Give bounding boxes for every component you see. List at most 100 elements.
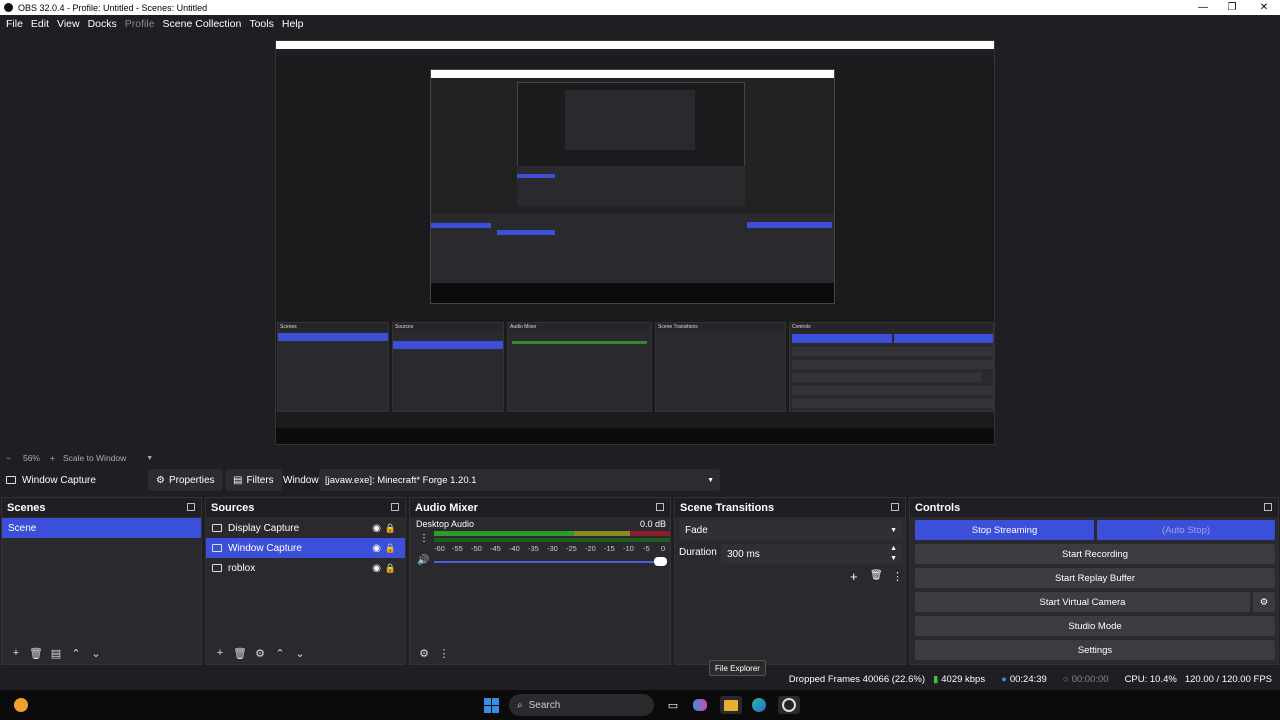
file-explorer-icon[interactable] xyxy=(720,696,742,714)
taskbar: ⌕ Search ▭ xyxy=(0,690,1280,720)
volume-slider-handle[interactable] xyxy=(654,557,667,566)
eye-icon[interactable]: ◉ xyxy=(372,563,381,574)
window-title: OBS 32.0.4 - Profile: Untitled - Scenes:… xyxy=(18,2,208,13)
menu-view[interactable]: View xyxy=(53,18,84,30)
gear-icon[interactable]: ⚙ xyxy=(414,647,434,660)
properties-label: Properties xyxy=(168,474,215,486)
float-dock-icon[interactable] xyxy=(1264,503,1272,511)
menu-scene-collection[interactable]: Scene Collection xyxy=(159,18,246,30)
auto-stop-button[interactable]: (Auto Stop) xyxy=(1097,520,1275,540)
move-down-icon[interactable]: ⌄ xyxy=(290,647,310,660)
move-up-icon[interactable]: ⌃ xyxy=(66,647,86,660)
source-item-window-capture[interactable]: Window Capture ◉ 🔒 xyxy=(206,538,405,558)
source-item-roblox[interactable]: roblox ◉ 🔒 xyxy=(206,558,405,578)
eye-icon[interactable]: ◉ xyxy=(372,543,381,554)
lock-icon[interactable]: 🔒 xyxy=(385,563,396,574)
obs-taskbar-icon[interactable] xyxy=(778,696,800,714)
controls-dock: Controls Stop Streaming (Auto Stop) Star… xyxy=(909,497,1279,665)
scene-item[interactable]: Scene xyxy=(2,518,201,538)
lock-icon[interactable]: 🔒 xyxy=(385,543,396,554)
stop-streaming-button[interactable]: Stop Streaming xyxy=(915,520,1094,540)
meter-tick: -10 xyxy=(623,544,634,553)
chevron-down-icon[interactable]: ▼ xyxy=(146,455,153,462)
spin-down-icon[interactable]: ▼ xyxy=(890,554,897,564)
add-icon[interactable]: + xyxy=(6,647,26,659)
copilot-icon[interactable] xyxy=(691,696,709,714)
duration-input[interactable]: 300 ms ▲ ▼ xyxy=(721,544,903,564)
gear-icon[interactable]: ⚙ xyxy=(250,647,270,660)
widgets-icon[interactable] xyxy=(12,696,30,714)
add-icon[interactable]: + xyxy=(210,647,230,659)
float-dock-icon[interactable] xyxy=(891,503,899,511)
more-vertical-icon[interactable]: ⋮ xyxy=(892,570,903,583)
channel-level: 0.0 dB xyxy=(639,519,666,529)
meter-tick: -50 xyxy=(471,544,482,553)
trash-icon[interactable]: 🗑 xyxy=(230,647,250,660)
fps: 120.00 / 120.00 FPS xyxy=(1184,673,1272,685)
float-dock-icon[interactable] xyxy=(187,503,195,511)
preview-recursive-screen xyxy=(276,57,994,304)
window-select-value: [javaw.exe]: Minecraft* Forge 1.20.1 xyxy=(325,474,477,486)
transition-select[interactable]: Fade ▼ xyxy=(679,520,903,540)
menu-help[interactable]: Help xyxy=(278,18,308,30)
eye-icon[interactable]: ◉ xyxy=(372,523,381,534)
scenes-header: Scenes xyxy=(2,498,201,517)
gear-icon: ⚙ xyxy=(156,474,165,486)
edge-icon[interactable] xyxy=(750,696,768,714)
float-dock-icon[interactable] xyxy=(656,503,664,511)
meter-green xyxy=(434,531,574,536)
chevron-down-icon: ▼ xyxy=(890,526,897,534)
sources-header: Sources xyxy=(206,498,405,517)
stream-preview[interactable]: Scenes Sources Audio Mixer Scene Transit… xyxy=(275,40,995,445)
trash-icon[interactable]: 🗑 xyxy=(870,570,883,581)
start-recording-button[interactable]: Start Recording xyxy=(915,544,1275,564)
minimize-button[interactable]: — xyxy=(1187,0,1219,15)
float-dock-icon[interactable] xyxy=(391,503,399,511)
dropped-frames: Dropped Frames 40066 (22.6%) xyxy=(788,673,926,685)
taskbar-search[interactable]: ⌕ Search xyxy=(509,694,654,716)
window-label: Window xyxy=(283,474,319,486)
task-view-icon[interactable]: ▭ xyxy=(664,696,682,714)
properties-button[interactable]: ⚙ Properties xyxy=(148,469,223,491)
filter-icon[interactable]: ▤ xyxy=(46,647,66,660)
menu-file[interactable]: File xyxy=(2,18,27,30)
start-virtual-camera-button[interactable]: Start Virtual Camera xyxy=(915,592,1250,612)
lock-icon[interactable]: 🔒 xyxy=(385,523,396,534)
obs-logo-icon xyxy=(4,3,13,12)
menu-profile[interactable]: Profile xyxy=(121,18,159,30)
channel-name: Desktop Audio xyxy=(416,519,475,529)
duration-label: Duration xyxy=(679,547,717,558)
maximize-button[interactable]: ❐ xyxy=(1216,0,1248,15)
record-timer: ○ 00:00:00 xyxy=(1063,674,1117,685)
meter-tick: -25 xyxy=(566,544,577,553)
start-icon[interactable] xyxy=(482,696,500,714)
transition-value: Fade xyxy=(685,524,708,536)
meter-tick: -45 xyxy=(490,544,501,553)
trash-icon[interactable]: 🗑 xyxy=(26,647,46,660)
selected-source: Window Capture xyxy=(6,475,96,486)
zoom-out-button[interactable]: − xyxy=(6,453,11,463)
more-vertical-icon[interactable]: ⋮ xyxy=(434,647,454,660)
settings-button[interactable]: Settings xyxy=(915,640,1275,660)
record-icon: ○ xyxy=(1062,673,1069,685)
close-button[interactable]: ✕ xyxy=(1248,0,1280,15)
menu-docks[interactable]: Docks xyxy=(84,18,121,30)
move-down-icon[interactable]: ⌄ xyxy=(86,647,106,660)
menu-edit[interactable]: Edit xyxy=(27,18,53,30)
spin-up-icon[interactable]: ▲ xyxy=(890,544,897,554)
studio-mode-button[interactable]: Studio Mode xyxy=(915,616,1275,636)
window-select[interactable]: [javaw.exe]: Minecraft* Forge 1.20.1 ▼ xyxy=(319,469,720,491)
menu-tools[interactable]: Tools xyxy=(245,18,278,30)
zoom-in-button[interactable]: + xyxy=(50,453,55,463)
move-up-icon[interactable]: ⌃ xyxy=(270,647,290,660)
add-icon[interactable]: + xyxy=(850,569,858,584)
virtual-camera-settings-button[interactable]: ⚙ xyxy=(1253,592,1275,612)
speaker-icon[interactable]: 🔊 xyxy=(417,555,429,566)
window-icon xyxy=(212,564,222,572)
start-replay-buffer-button[interactable]: Start Replay Buffer xyxy=(915,568,1275,588)
filters-button[interactable]: ▤ Filters xyxy=(225,469,282,491)
signal-icon: ▮ xyxy=(933,673,939,685)
more-vertical-icon[interactable]: ⋮ xyxy=(419,533,429,544)
source-item-display-capture[interactable]: Display Capture ◉ 🔒 xyxy=(206,518,405,538)
scale-mode[interactable]: Scale to Window xyxy=(63,453,126,463)
